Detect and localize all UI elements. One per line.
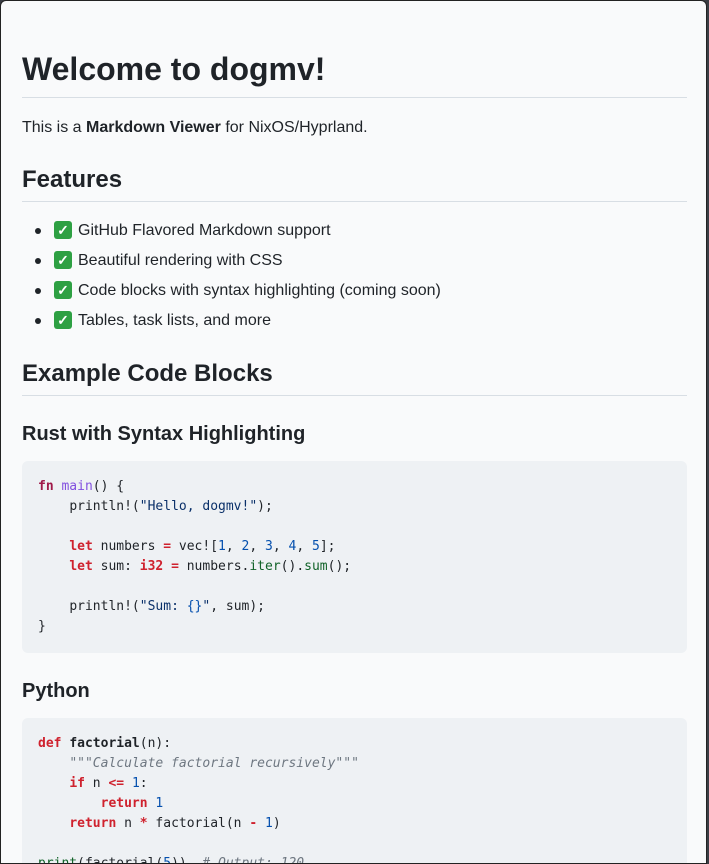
feature-text: Code blocks with syntax highlighting (co… xyxy=(78,282,441,299)
checkmark-icon: ✓ xyxy=(54,221,72,239)
feature-text: GitHub Flavored Markdown support xyxy=(78,222,331,239)
list-item: ✓ GitHub Flavored Markdown support xyxy=(22,219,441,249)
code-line: fn main() { xyxy=(38,479,125,494)
list-item: ✓ Beautiful rendering with CSS xyxy=(22,249,441,279)
rust-heading: Rust with Syntax Highlighting xyxy=(22,423,306,445)
intro-suffix: for NixOS/Hyprland. xyxy=(220,119,368,136)
rust-code-block: fn main() { println!("Hello, dogmv!"); l… xyxy=(22,461,687,653)
examples-heading: Example Code Blocks xyxy=(22,359,687,396)
intro-prefix: This is a xyxy=(22,119,87,136)
code-line: if n <= 1: xyxy=(69,776,148,791)
list-item: ✓ Code blocks with syntax highlighting (c… xyxy=(22,279,441,309)
viewer-window: Welcome to dogmv! This is a Markdown Vie… xyxy=(0,0,707,864)
intro-paragraph: This is a Markdown Viewer for NixOS/Hypr… xyxy=(22,118,368,138)
code-line: let numbers = vec![1, 2, 3, 4, 5]; xyxy=(69,539,336,554)
checkmark-icon: ✓ xyxy=(54,281,72,299)
code-line: println!("Hello, dogmv!"); xyxy=(69,499,273,514)
python-code-block: def factorial(n): """Calculate factorial… xyxy=(22,718,687,864)
code-line: let sum: i32 = numbers.iter().sum(); xyxy=(69,559,352,574)
page-title: Welcome to dogmv! xyxy=(22,49,687,98)
checkmark-icon: ✓ xyxy=(54,311,72,329)
feature-text: Tables, task lists, and more xyxy=(78,312,271,329)
code-line: print(factorial(5)) # Output: 120 xyxy=(38,856,305,864)
feature-text: Beautiful rendering with CSS xyxy=(78,252,283,269)
features-heading: Features xyxy=(22,165,687,202)
intro-bold: Markdown Viewer xyxy=(86,119,221,136)
code-line: """Calculate factorial recursively""" xyxy=(69,756,359,771)
code-line: println!("Sum: {}", sum); xyxy=(69,599,266,614)
list-item: ✓ Tables, task lists, and more xyxy=(22,309,441,339)
features-list: ✓ GitHub Flavored Markdown support ✓ Beaut… xyxy=(22,219,441,339)
code-line: return n * factorial(n - 1) xyxy=(69,816,281,831)
checkmark-icon: ✓ xyxy=(54,251,72,269)
code-line: return 1 xyxy=(100,796,164,811)
python-heading: Python xyxy=(22,680,90,702)
code-line: } xyxy=(38,619,46,634)
code-line: def factorial(n): xyxy=(38,736,172,751)
